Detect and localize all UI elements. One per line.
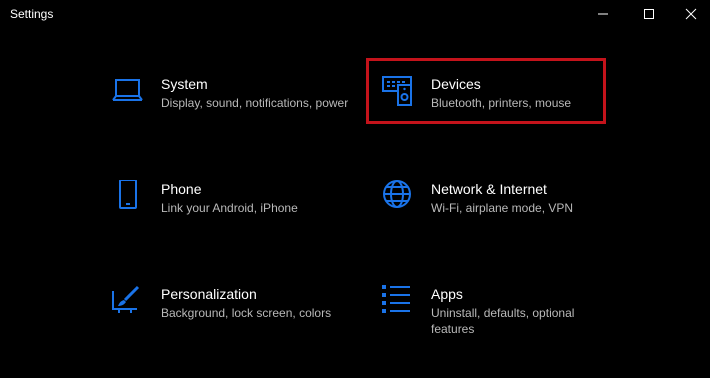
tile-apps[interactable]: Apps Uninstall, defaults, optional featu… — [381, 285, 617, 349]
tile-label: System — [161, 76, 208, 92]
tile-label: Network & Internet — [431, 181, 547, 197]
settings-window: Settings System Display, sound, notifica… — [0, 0, 710, 378]
minimize-button[interactable] — [580, 0, 626, 28]
phone-icon — [111, 180, 145, 214]
tile-label: Phone — [161, 181, 202, 197]
window-title: Settings — [10, 7, 54, 21]
paint-brush-icon — [111, 285, 145, 319]
title-bar[interactable]: Settings — [0, 0, 710, 28]
tile-description: Background, lock screen, colors — [161, 306, 332, 320]
maximize-button[interactable] — [626, 0, 672, 28]
maximize-icon — [644, 9, 654, 19]
devices-highlight-box — [366, 58, 606, 124]
tile-description: Wi-Fi, airplane mode, VPN — [431, 201, 574, 215]
tile-description: Link your Android, iPhone — [161, 201, 298, 215]
minimize-icon — [598, 13, 608, 15]
tile-phone[interactable]: Phone Link your Android, iPhone — [111, 180, 347, 244]
tile-network-internet[interactable]: Network & Internet Wi-Fi, airplane mode,… — [381, 180, 617, 244]
tile-description: Uninstall, defaults, optional features — [431, 306, 575, 336]
laptop-icon — [111, 75, 145, 109]
close-button[interactable] — [672, 0, 710, 28]
tile-label: Apps — [431, 286, 463, 302]
globe-icon — [381, 180, 415, 214]
tile-personalization[interactable]: Personalization Background, lock screen,… — [111, 285, 347, 349]
tile-label: Personalization — [161, 286, 257, 302]
tile-description: Display, sound, notifications, power — [161, 96, 349, 110]
apps-list-icon — [381, 285, 415, 319]
close-icon — [685, 8, 697, 20]
tile-system[interactable]: System Display, sound, notifications, po… — [111, 75, 348, 139]
